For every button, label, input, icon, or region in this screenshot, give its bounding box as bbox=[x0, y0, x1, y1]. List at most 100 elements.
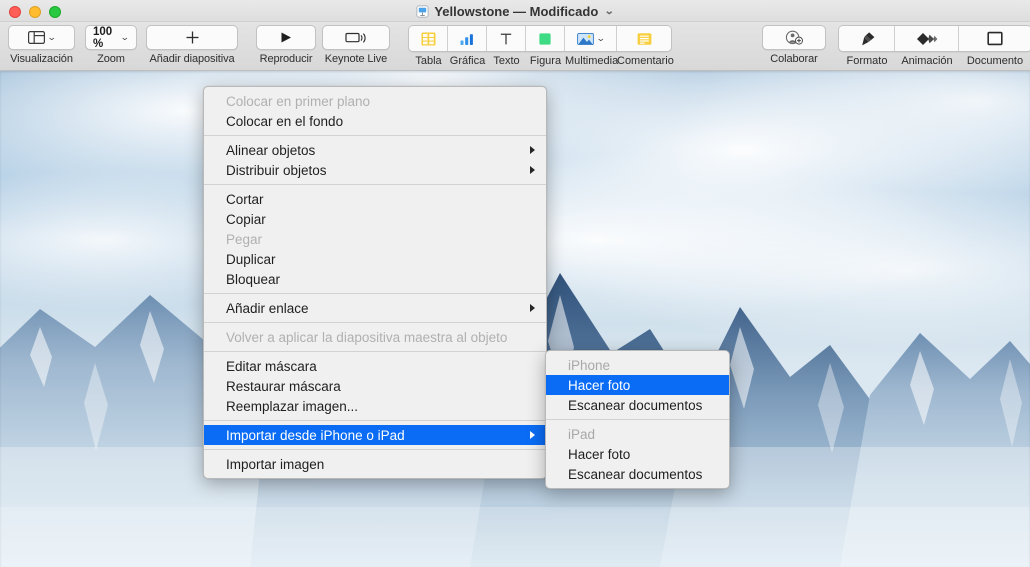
context-menu-item-label: Bloquear bbox=[226, 271, 281, 287]
context-menu-item[interactable]: Importar imagen bbox=[204, 454, 546, 474]
menu-separator bbox=[204, 449, 546, 450]
format-button[interactable] bbox=[839, 26, 895, 51]
chevron-down-icon: ⌄ bbox=[120, 32, 131, 42]
context-menu-item: Volver a aplicar la diapositiva maestra … bbox=[204, 327, 546, 347]
document-title: Yellowstone — Modificado bbox=[434, 3, 599, 19]
chevron-down-icon[interactable]: ⌄ bbox=[604, 6, 614, 17]
context-menu-item-label: Distribuir objetos bbox=[226, 162, 327, 178]
context-menu-item[interactable]: Importar desde iPhone o iPad bbox=[204, 425, 546, 445]
text-button[interactable] bbox=[487, 26, 526, 51]
context-menu[interactable]: Colocar en primer plano Colocar en el fon… bbox=[203, 86, 547, 479]
context-menu-item[interactable]: Colocar en el fondo bbox=[204, 111, 546, 131]
chart-button[interactable] bbox=[448, 26, 487, 51]
context-menu-item[interactable]: Duplicar bbox=[204, 249, 546, 269]
import-from-device-submenu[interactable]: iPhone Hacer foto Escanear documentos iPad H… bbox=[545, 350, 730, 489]
document-button[interactable] bbox=[959, 26, 1030, 51]
context-menu-item[interactable]: Cortar bbox=[204, 189, 546, 209]
menu-separator bbox=[204, 351, 546, 352]
context-menu-item[interactable]: Restaurar máscara bbox=[204, 376, 546, 396]
menu-separator bbox=[204, 322, 546, 323]
person-add-icon bbox=[785, 30, 803, 45]
context-menu-item-label: Editar máscara bbox=[226, 358, 317, 374]
context-menu-item[interactable]: Distribuir objetos bbox=[204, 160, 546, 180]
submenu-item-label: Hacer foto bbox=[568, 377, 631, 393]
photo-icon bbox=[576, 32, 594, 45]
context-menu-item-label: Restaurar máscara bbox=[226, 378, 341, 394]
text-t-icon bbox=[500, 33, 512, 44]
toolbar-label-play: Reproducir bbox=[259, 53, 313, 65]
submenu-item-label: Escanear documentos bbox=[568, 397, 703, 413]
toolbar-item-collaborate[interactable]: Colaborar bbox=[762, 25, 826, 65]
diamonds-icon bbox=[916, 32, 937, 45]
document-title-group[interactable]: Yellowstone — Modificado ⌄ bbox=[0, 0, 1030, 22]
play-triangle-icon bbox=[281, 32, 291, 43]
add-slide-button[interactable] bbox=[146, 25, 238, 50]
submenu-arrow-icon bbox=[530, 146, 535, 154]
toolbar-group-play: Reproducir bbox=[256, 25, 316, 65]
context-menu-item[interactable]: Añadir enlace bbox=[204, 298, 546, 318]
toolbar-group-inspector: Formato Animación Documento bbox=[838, 25, 1030, 67]
toolbar-label-table: Tabla bbox=[415, 55, 442, 67]
context-menu-item[interactable]: Reemplazar imagen... bbox=[204, 396, 546, 416]
toolbar-label-media: Multimedia bbox=[565, 55, 619, 67]
view-button[interactable]: ⌄ bbox=[8, 25, 75, 50]
context-menu-item: Colocar en primer plano bbox=[204, 91, 546, 111]
context-menu-item-label: Volver a aplicar la diapositiva maestra … bbox=[226, 329, 508, 345]
menu-separator bbox=[204, 135, 546, 136]
submenu-item-label: Escanear documentos bbox=[568, 466, 703, 482]
menu-separator bbox=[204, 420, 546, 421]
toolbar-label-shape: Figura bbox=[529, 55, 562, 67]
toolbar-item-view[interactable]: ⌄ Visualización bbox=[8, 25, 75, 65]
toolbar-group-add-slide: Añadir diapositiva bbox=[146, 25, 238, 65]
view-panes-icon bbox=[27, 31, 45, 44]
submenu-item[interactable]: Escanear documentos bbox=[546, 464, 729, 484]
keynote-live-button[interactable] bbox=[322, 25, 390, 50]
submenu-item[interactable]: Escanear documentos bbox=[546, 395, 729, 415]
menu-separator bbox=[204, 184, 546, 185]
toolbar-item-add-slide[interactable]: Añadir diapositiva bbox=[146, 25, 238, 65]
insert-segmented-control: ⌄ Tabla Gráfica Texto Figura Multimedia … bbox=[408, 25, 674, 67]
square-shape-icon bbox=[539, 32, 551, 45]
zoom-button[interactable]: 100 % ⌄ bbox=[85, 25, 137, 50]
table-button[interactable] bbox=[409, 26, 448, 51]
chevron-down-icon: ⌄ bbox=[46, 32, 57, 42]
chevron-down-icon: ⌄ bbox=[595, 33, 606, 43]
submenu-item[interactable]: Hacer foto bbox=[546, 375, 729, 395]
toolbar-group-keynote-live: Keynote Live bbox=[322, 25, 390, 65]
menu-separator bbox=[204, 293, 546, 294]
context-menu-item[interactable]: Bloquear bbox=[204, 269, 546, 289]
context-menu-item[interactable]: Copiar bbox=[204, 209, 546, 229]
play-button[interactable] bbox=[256, 25, 316, 50]
submenu-item: iPad bbox=[546, 424, 729, 444]
context-menu-item[interactable]: Editar máscara bbox=[204, 356, 546, 376]
submenu-item-label: Hacer foto bbox=[568, 446, 631, 462]
window-titlebar: Yellowstone — Modificado ⌄ bbox=[0, 0, 1030, 22]
toolbar-label-text: Texto bbox=[493, 55, 520, 67]
toolbar-item-play[interactable]: Reproducir bbox=[256, 25, 316, 65]
animate-button[interactable] bbox=[895, 26, 959, 51]
context-menu-item[interactable]: Alinear objetos bbox=[204, 140, 546, 160]
inspector-segmented-control: Formato Animación Documento bbox=[838, 25, 1030, 67]
context-menu-item-label: Reemplazar imagen... bbox=[226, 398, 359, 414]
toolbar-group-insert: ⌄ Tabla Gráfica Texto Figura Multimedia … bbox=[408, 25, 674, 67]
submenu-item-label: iPad bbox=[568, 426, 596, 442]
table-grid-icon bbox=[421, 32, 435, 45]
toolbar-item-keynote-live[interactable]: Keynote Live bbox=[322, 25, 390, 65]
toolbar-label-format: Formato bbox=[846, 55, 888, 67]
keynote-document-icon bbox=[416, 5, 429, 17]
shape-button[interactable] bbox=[526, 26, 565, 51]
media-button[interactable]: ⌄ bbox=[565, 26, 617, 51]
toolbar-item-zoom[interactable]: 100 % ⌄ Zoom bbox=[85, 25, 137, 65]
broadcast-icon bbox=[345, 32, 366, 43]
comment-button[interactable] bbox=[617, 26, 671, 51]
submenu-item[interactable]: Hacer foto bbox=[546, 444, 729, 464]
collaborate-button[interactable] bbox=[762, 25, 826, 50]
submenu-item: iPhone bbox=[546, 355, 729, 375]
toolbar-label-zoom: Zoom bbox=[97, 53, 125, 65]
context-menu-item-label: Añadir enlace bbox=[226, 300, 309, 316]
toolbar-group-collaborate: Colaborar bbox=[762, 25, 826, 65]
context-menu-item: Pegar bbox=[204, 229, 546, 249]
toolbar-label-chart: Gráfica bbox=[449, 55, 486, 67]
context-menu-item-label: Copiar bbox=[226, 211, 266, 227]
toolbar-label-comment: Comentario bbox=[617, 55, 674, 67]
